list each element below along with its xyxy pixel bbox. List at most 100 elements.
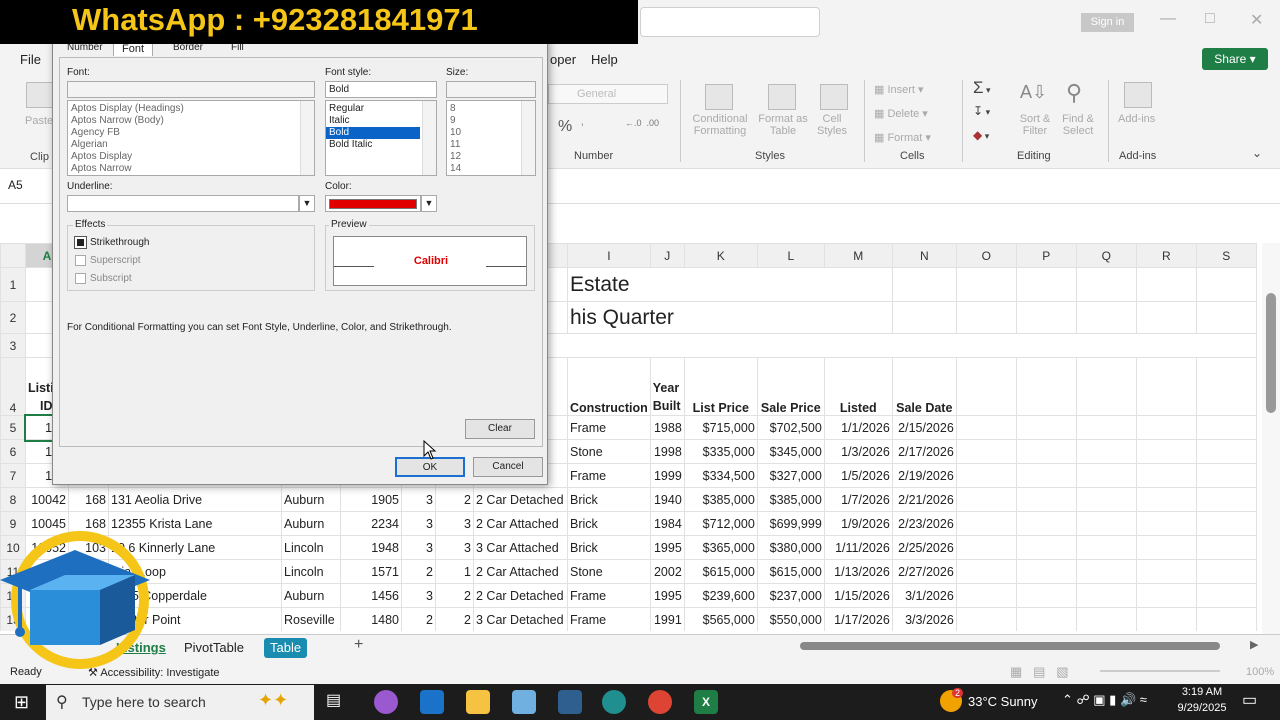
zoom-level[interactable]: 100% (1246, 666, 1274, 678)
cell[interactable]: 1480 (340, 607, 402, 631)
cell[interactable]: 1948 (340, 535, 402, 560)
column-header[interactable]: J (649, 243, 685, 268)
cell[interactable]: Brick (567, 511, 651, 536)
cell[interactable] (955, 535, 1017, 560)
cell[interactable]: 10042 (25, 487, 69, 512)
cell[interactable]: 3 (401, 487, 436, 512)
cell[interactable] (1075, 301, 1137, 334)
addins-icon[interactable] (1124, 82, 1152, 108)
ok-button[interactable]: OK (395, 457, 465, 477)
row-header[interactable]: 1 (0, 267, 26, 302)
cell[interactable] (1015, 301, 1077, 334)
cell[interactable]: 168 (68, 487, 109, 512)
cell[interactable] (1015, 583, 1077, 608)
cell[interactable]: 1/15/2026 (823, 583, 893, 608)
find-icon[interactable]: ⚲ (1066, 80, 1082, 106)
cell[interactable]: 1/1/2026 (823, 415, 893, 440)
sheet-subtitle[interactable]: his Quarter (567, 301, 893, 334)
cell[interactable]: 1/5/2026 (823, 463, 893, 488)
list-price-header[interactable]: List Price (683, 357, 758, 416)
sale-price-header[interactable]: Sale Price (756, 357, 825, 416)
row-header[interactable]: 3 (0, 333, 26, 358)
edge-icon[interactable] (602, 690, 626, 714)
chevron-down-icon[interactable]: ▼ (421, 195, 437, 212)
cell[interactable]: 2/19/2026 (891, 463, 957, 488)
list-item[interactable]: Aptos Display (68, 151, 314, 163)
cell[interactable] (1135, 267, 1197, 302)
cell[interactable]: Stone (567, 439, 651, 464)
cell[interactable]: 2 Car Detached (473, 583, 568, 608)
cell[interactable] (1135, 583, 1197, 608)
insert-button[interactable]: ▦ Insert ▾ (874, 83, 924, 96)
column-header[interactable]: I (567, 243, 651, 268)
cell[interactable]: 3 (435, 511, 474, 536)
cell[interactable] (955, 267, 1017, 302)
cell[interactable] (1075, 463, 1137, 488)
row-header[interactable]: 6 (0, 439, 26, 464)
cell[interactable]: $715,000 (683, 415, 758, 440)
cell[interactable] (955, 511, 1017, 536)
cell[interactable]: $615,000 (756, 559, 825, 584)
cell[interactable]: Auburn (281, 487, 341, 512)
column-header[interactable]: S (1195, 243, 1257, 268)
terminal-icon[interactable] (558, 690, 582, 714)
cell[interactable] (1195, 511, 1257, 536)
column-header[interactable]: R (1135, 243, 1197, 268)
cell[interactable]: 2002 (649, 559, 685, 584)
cell[interactable] (1135, 487, 1197, 512)
cell[interactable]: 1/9/2026 (823, 511, 893, 536)
font-style-list[interactable]: Regular Italic Bold Bold Italic (325, 100, 437, 176)
list-item[interactable]: Bold Italic (326, 139, 436, 151)
cell[interactable] (1075, 583, 1137, 608)
cell[interactable]: 1905 (340, 487, 402, 512)
size-list[interactable]: 8 9 10 11 12 14 (446, 100, 536, 176)
cell-styles-button[interactable]: Cell Styles (812, 113, 852, 137)
cell[interactable]: $380,000 (756, 535, 825, 560)
format-as-table-icon[interactable] (768, 84, 796, 110)
cell[interactable]: 2 (401, 607, 436, 631)
cell[interactable] (1015, 511, 1077, 536)
tab-help[interactable]: Help (591, 52, 618, 67)
cell[interactable] (1135, 357, 1197, 416)
cell[interactable]: $385,000 (756, 487, 825, 512)
cell[interactable] (891, 301, 957, 334)
vertical-scroll-thumb[interactable] (1266, 293, 1276, 413)
cell[interactable]: 1456 (340, 583, 402, 608)
cell[interactable] (1075, 439, 1137, 464)
cell[interactable]: 3 (401, 511, 436, 536)
cell[interactable] (1195, 583, 1257, 608)
cell[interactable] (1135, 463, 1197, 488)
cell[interactable]: $365,000 (683, 535, 758, 560)
maximize-icon[interactable]: □ (1205, 10, 1215, 28)
name-box[interactable]: A5 (8, 178, 52, 196)
cell[interactable] (1015, 439, 1077, 464)
cell[interactable]: Lincoln (281, 535, 341, 560)
cell[interactable] (955, 607, 1017, 631)
column-header[interactable]: O (955, 243, 1017, 268)
superscript-checkbox[interactable] (75, 255, 86, 266)
autosum-icon[interactable]: Σ ▾ (973, 78, 991, 98)
cell[interactable]: 1995 (649, 583, 685, 608)
cell[interactable]: 1/17/2026 (823, 607, 893, 631)
underline-select[interactable] (67, 195, 299, 212)
list-item[interactable]: Regular (326, 103, 436, 115)
scroll-right-icon[interactable]: ▶ (1250, 638, 1258, 651)
cell[interactable] (1075, 559, 1137, 584)
tab-developer[interactable]: oper (550, 52, 576, 67)
cell[interactable]: 2/25/2026 (891, 535, 957, 560)
cancel-button[interactable]: Cancel (473, 457, 543, 477)
strikethrough-option[interactable]: Strikethrough (74, 236, 149, 249)
cell[interactable] (1135, 415, 1197, 440)
cell[interactable] (1015, 607, 1077, 631)
cell[interactable]: 3 Car Attached (473, 535, 568, 560)
cell[interactable] (955, 583, 1017, 608)
cell[interactable] (1195, 487, 1257, 512)
sort-filter-button[interactable]: Sort & Filter (1015, 113, 1055, 137)
size-list-scrollbar[interactable] (521, 101, 535, 175)
cell[interactable] (955, 439, 1017, 464)
copilot-icon[interactable] (374, 690, 398, 714)
row-header[interactable]: 4 (0, 357, 26, 416)
cell[interactable]: 2 (435, 583, 474, 608)
cell[interactable]: 1988 (649, 415, 685, 440)
cell[interactable]: 1991 (649, 607, 685, 631)
